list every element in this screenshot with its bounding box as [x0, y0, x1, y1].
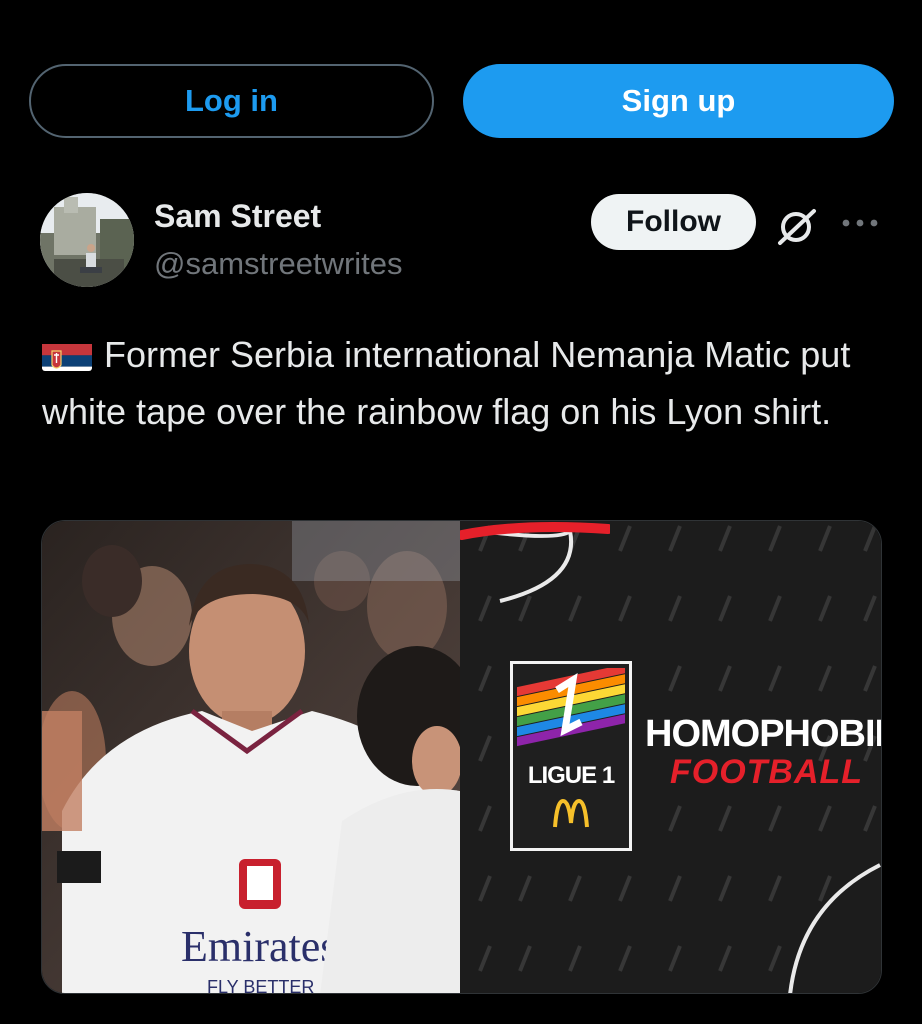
x-logo-icon — [40, 0, 100, 8]
shirt-sponsor-sub: FLY BETTER — [207, 977, 314, 994]
serbia-flag-icon — [42, 337, 92, 371]
login-button[interactable]: Log in — [29, 64, 434, 138]
shirt-sponsor: Emirates — [181, 922, 337, 971]
rainbow-logo-icon — [517, 668, 625, 747]
author-handle[interactable]: @samstreetwrites — [154, 246, 403, 282]
player-photo[interactable]: Emirates FLY BETTER — [42, 521, 460, 994]
ligue1-logo: LIGUE 1 — [510, 661, 632, 851]
graphic-headline: HOMOPHOBIE — [645, 713, 882, 755]
ligue1-label: LIGUE 1 — [527, 762, 615, 789]
signup-button[interactable]: Sign up — [463, 64, 894, 138]
graphic-subline: FOOTBALL — [670, 753, 864, 791]
follow-button[interactable]: Follow — [591, 194, 756, 250]
more-options-icon[interactable] — [840, 208, 880, 238]
mcdonalds-icon — [553, 799, 589, 828]
ligue1-graphic[interactable]: LIGUE 1 HOMOPHOBIE FOOTBALL — [460, 521, 882, 993]
tweet-body: Former Serbia international Nemanja Mati… — [42, 334, 851, 432]
avatar[interactable] — [40, 193, 134, 287]
strike-mark — [460, 522, 610, 540]
author-name[interactable]: Sam Street — [154, 198, 321, 235]
grok-icon[interactable] — [776, 205, 818, 247]
avatar-photo — [40, 193, 134, 287]
tweet-media[interactable]: Emirates FLY BETTER LIGUE 1 HOMOPHOBIE F… — [41, 520, 882, 994]
tweet-text: Former Serbia international Nemanja Mati… — [42, 326, 892, 440]
